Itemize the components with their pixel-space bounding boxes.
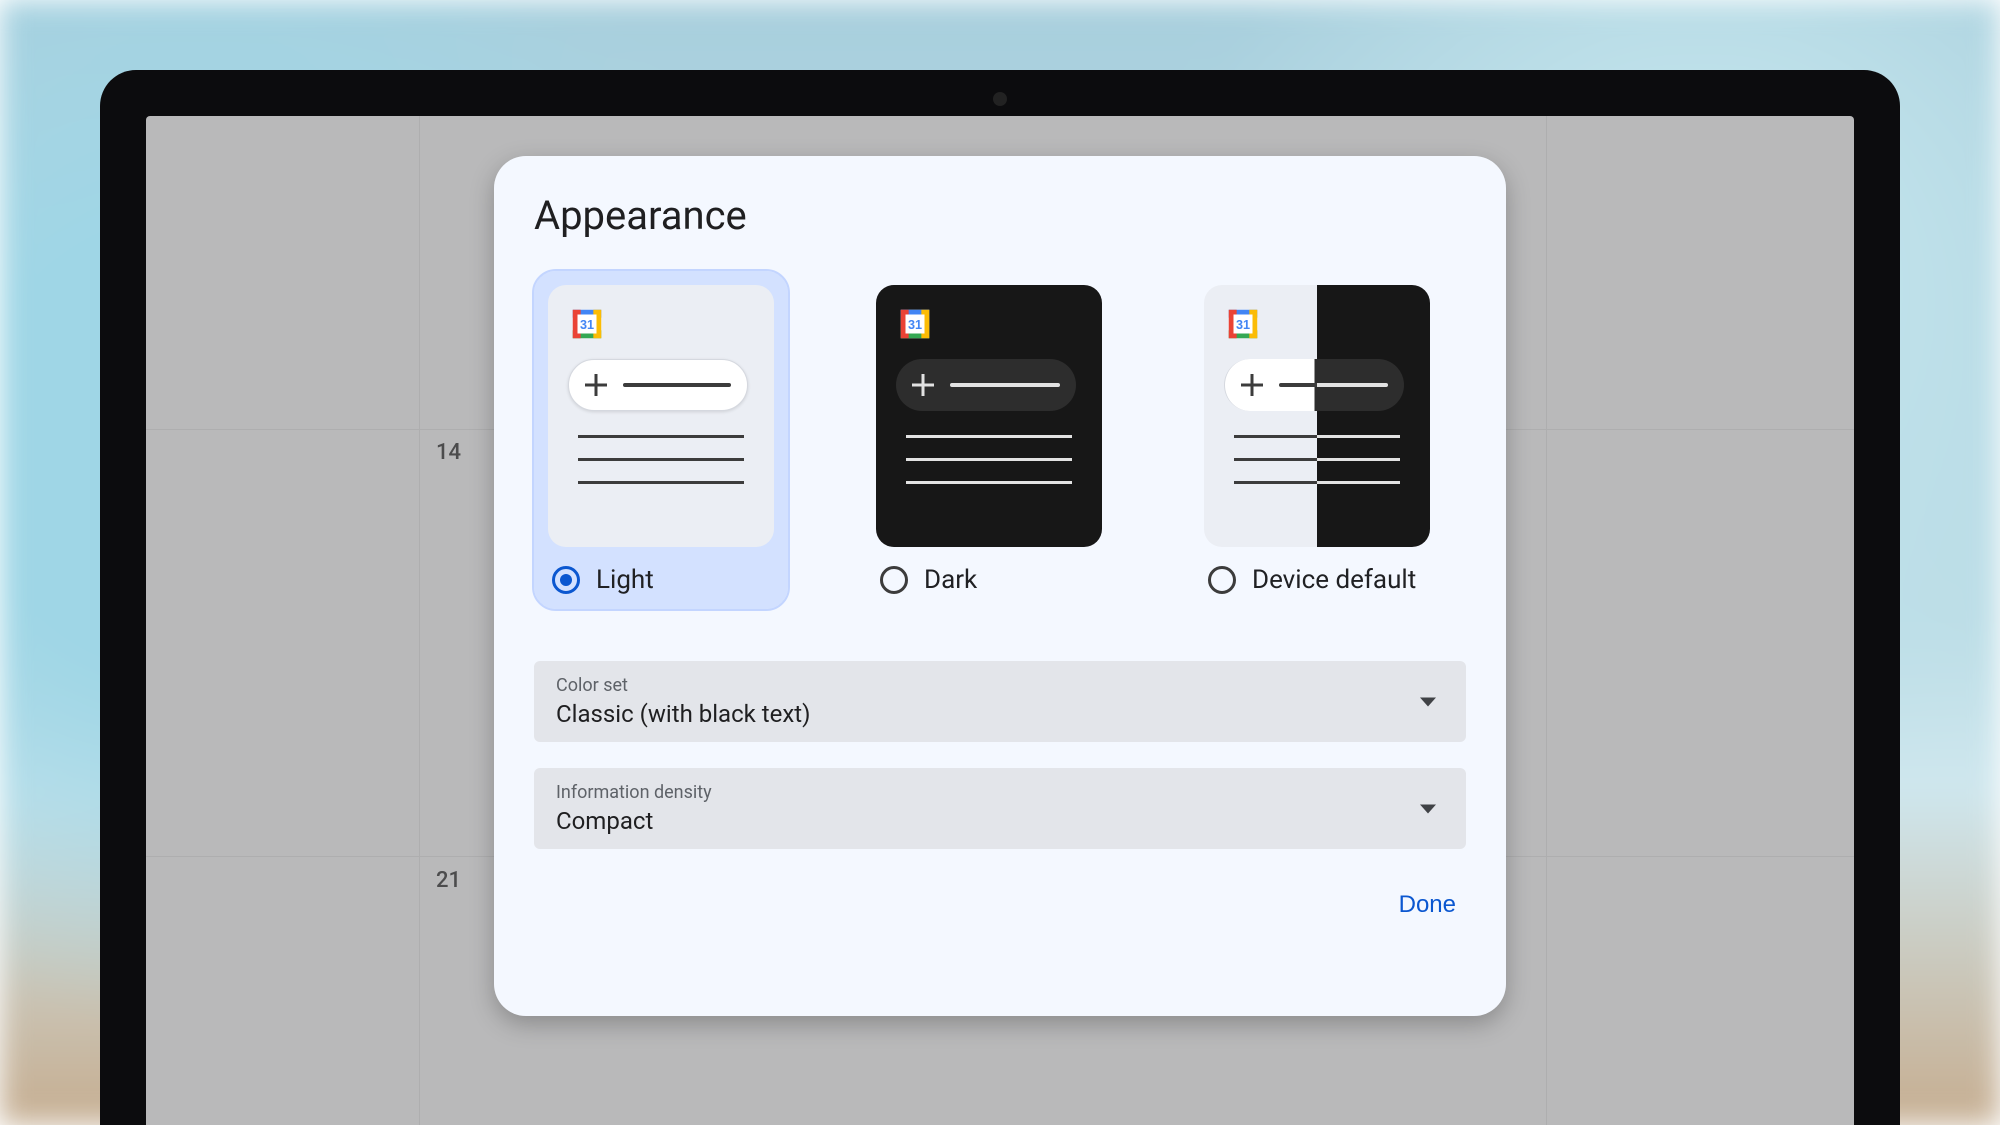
laptop-camera [993, 92, 1007, 106]
create-button-preview [1224, 359, 1404, 411]
chevron-down-icon [1420, 697, 1436, 706]
laptop-frame: 14 21 Appearance [100, 70, 1900, 1125]
information-density-select[interactable]: Information density Compact [534, 768, 1466, 849]
create-button-preview [896, 359, 1076, 411]
color-set-value: Classic (with black text) [556, 700, 1444, 728]
svg-text:31: 31 [580, 318, 594, 332]
calendar-app-icon: 31 [896, 305, 934, 343]
calendar-app-icon: 31 [1224, 305, 1262, 343]
calendar-date-14: 14 [436, 440, 461, 465]
done-button[interactable]: Done [1389, 883, 1466, 927]
calendar-app-icon: 31 [568, 305, 606, 343]
theme-preview-device-default: 31 [1204, 285, 1430, 547]
plus-icon [585, 374, 607, 396]
information-density-label: Information density [556, 782, 1444, 803]
radio-device-default[interactable] [1208, 566, 1236, 594]
color-set-label: Color set [556, 675, 1444, 696]
radio-light[interactable] [552, 566, 580, 594]
radio-dark[interactable] [880, 566, 908, 594]
information-density-value: Compact [556, 807, 1444, 835]
theme-label-light: Light [596, 565, 654, 595]
plus-icon [912, 374, 934, 396]
calendar-date-21: 21 [436, 868, 461, 893]
preview-lines [578, 435, 744, 484]
appearance-dialog: Appearance 31 [494, 156, 1506, 1016]
theme-option-light[interactable]: 31 Light [534, 271, 788, 609]
screen: 14 21 Appearance [146, 116, 1854, 1125]
dialog-actions: Done [534, 883, 1466, 927]
svg-text:31: 31 [908, 318, 922, 332]
create-button-preview [568, 359, 748, 411]
dialog-title: Appearance [534, 192, 1466, 239]
preview-lines [906, 435, 1072, 484]
theme-preview-dark: 31 [876, 285, 1102, 547]
svg-text:31: 31 [1236, 318, 1250, 332]
theme-options-row: 31 Light [534, 271, 1466, 609]
plus-icon [1241, 374, 1263, 396]
theme-label-dark: Dark [924, 565, 977, 595]
theme-option-device-default[interactable]: 31 Device default [1190, 271, 1444, 609]
theme-option-dark[interactable]: 31 Dark [862, 271, 1116, 609]
theme-label-device-default: Device default [1252, 565, 1416, 595]
chevron-down-icon [1420, 804, 1436, 813]
color-set-select[interactable]: Color set Classic (with black text) [534, 661, 1466, 742]
preview-lines [1234, 435, 1400, 484]
theme-preview-light: 31 [548, 285, 774, 547]
